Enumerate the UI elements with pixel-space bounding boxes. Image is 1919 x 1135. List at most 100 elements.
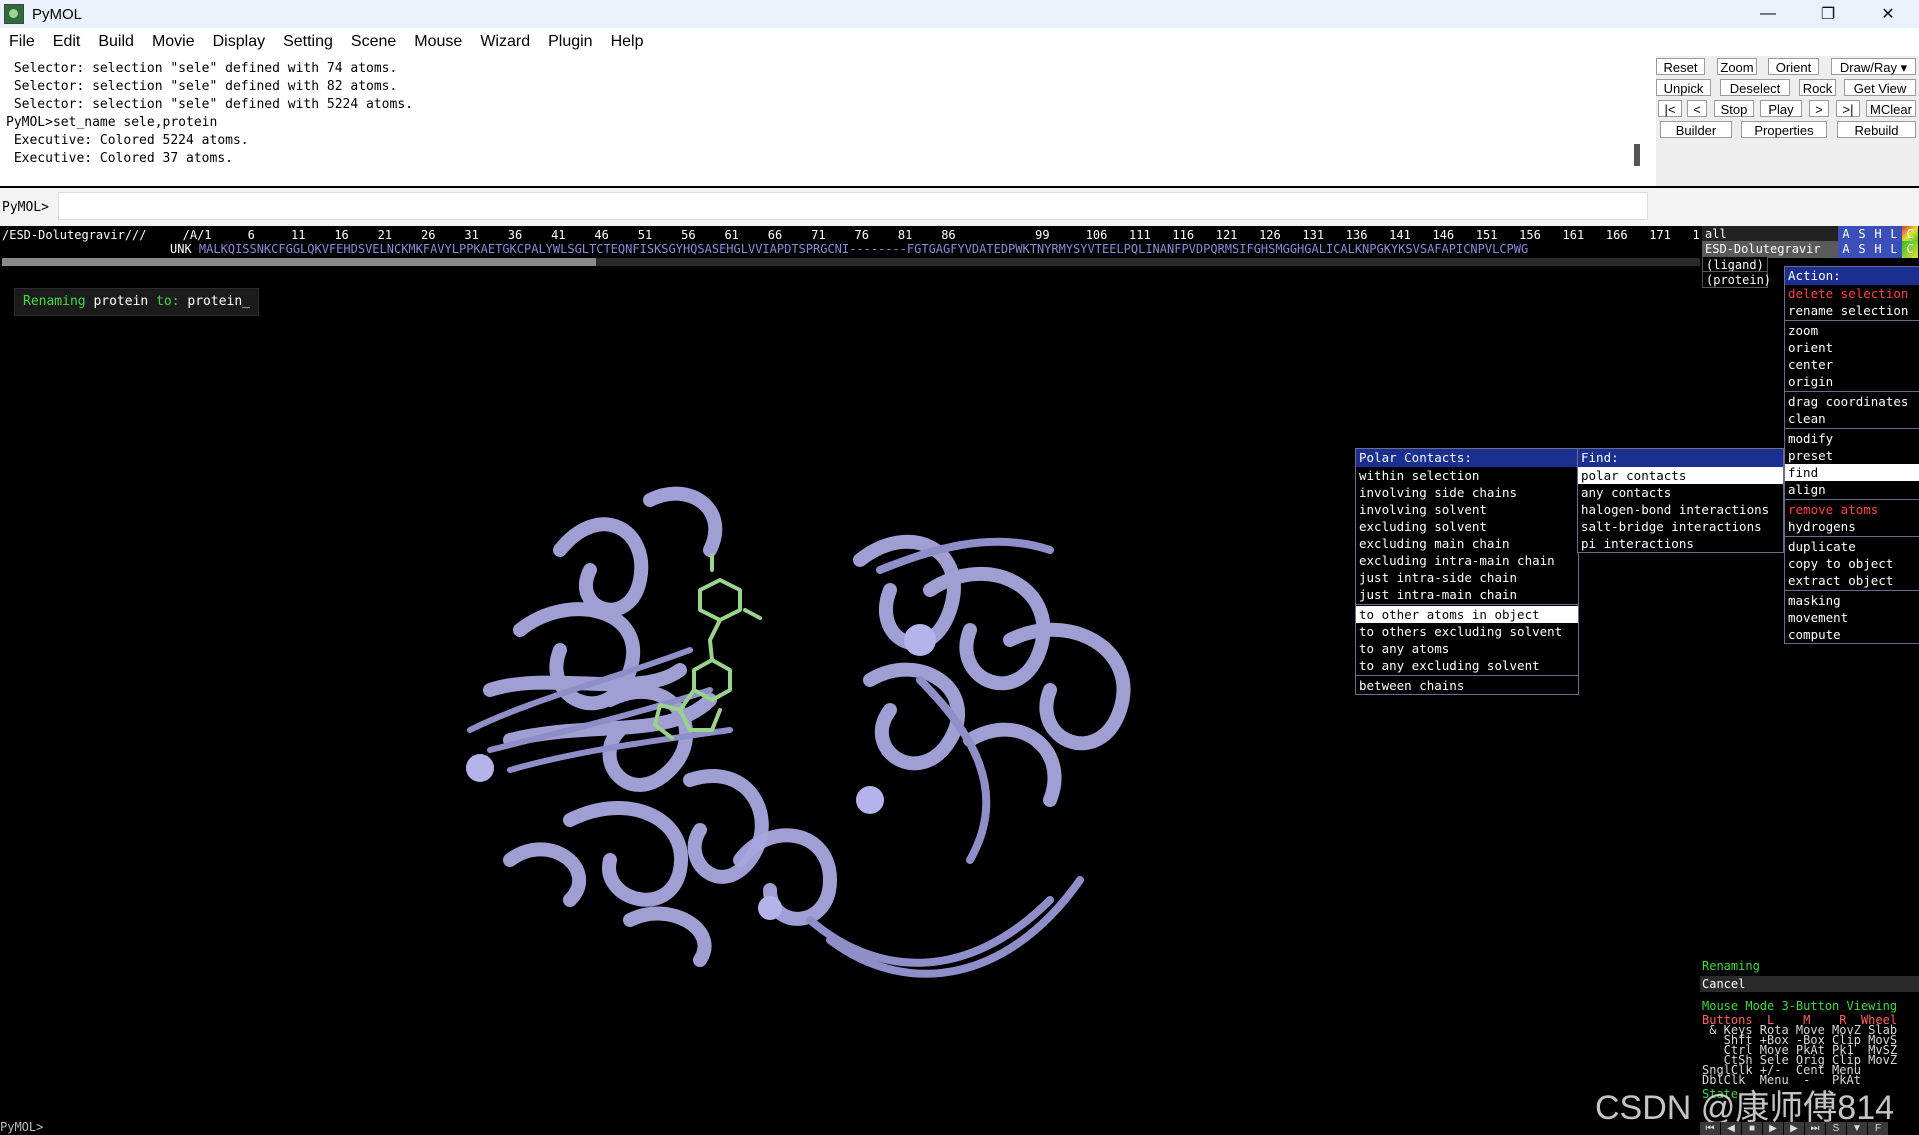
polar-contacts-item-involving-side-chains[interactable]: involving side chains: [1356, 484, 1578, 501]
unpick-button[interactable]: Unpick: [1656, 79, 1711, 96]
properties-button[interactable]: Properties: [1741, 121, 1827, 138]
action-item-preset[interactable]: preset: [1785, 447, 1919, 464]
polar-contacts-item-to-any-excluding-solvent[interactable]: to any excluding solvent: [1356, 657, 1578, 674]
menu-separator: [1785, 499, 1919, 500]
action-item-center[interactable]: center: [1785, 356, 1919, 373]
action-item-zoom[interactable]: zoom: [1785, 322, 1919, 339]
action-item-delete-selection[interactable]: delete selection: [1785, 285, 1919, 302]
menu-wizard[interactable]: Wizard: [471, 33, 539, 51]
action-item-drag-coordinates[interactable]: drag coordinates: [1785, 393, 1919, 410]
polar-contacts-item-just-intra-main-chain[interactable]: just intra-main chain: [1356, 586, 1578, 603]
sequence-residues[interactable]: MALKQISSNKCFGGLQKVFEHDSVELNCKMKFAVYLPPKA…: [170, 242, 1528, 256]
close-button[interactable]: ✕: [1860, 0, 1916, 28]
play-button[interactable]: Play: [1760, 100, 1802, 117]
player-prev-icon[interactable]: ◀: [1721, 1122, 1742, 1135]
next-frame-button[interactable]: >: [1809, 100, 1829, 117]
action-item-copy-to-object[interactable]: copy to object: [1785, 555, 1919, 572]
object-name[interactable]: (protein): [1702, 271, 1771, 288]
log-scrollbar-track[interactable]: [1629, 56, 1656, 186]
menu-plugin[interactable]: Plugin: [539, 33, 601, 51]
cancel-button[interactable]: Cancel: [1700, 976, 1919, 992]
polar-contacts-item-within-selection[interactable]: within selection: [1356, 467, 1578, 484]
minimize-button[interactable]: —: [1740, 0, 1796, 28]
find-item-any-contacts[interactable]: any contacts: [1578, 484, 1783, 501]
menu-display[interactable]: Display: [204, 33, 274, 51]
rock-button[interactable]: Rock: [1799, 79, 1836, 96]
log-scrollbar-thumb[interactable]: [1634, 144, 1640, 166]
action-item-movement[interactable]: movement: [1785, 609, 1919, 626]
player-last-icon[interactable]: ⏭: [1805, 1122, 1826, 1135]
stop-button[interactable]: Stop: [1714, 100, 1754, 117]
action-item-origin[interactable]: origin: [1785, 373, 1919, 390]
molecular-viewer[interactable]: Renaming protein to: protein_: [0, 270, 1700, 1120]
action-item-clean[interactable]: clean: [1785, 410, 1919, 427]
player-first-icon[interactable]: ⏮: [1700, 1122, 1721, 1135]
right-domain: [733, 534, 1131, 926]
player-scene-icon[interactable]: S: [1826, 1122, 1847, 1135]
draw-ray-button[interactable]: Draw/Ray ▾: [1831, 58, 1916, 75]
menu-movie[interactable]: Movie: [143, 33, 204, 51]
player-play-icon[interactable]: ▶: [1763, 1122, 1784, 1135]
action-item-duplicate[interactable]: duplicate: [1785, 538, 1919, 555]
polar-contacts-item-excluding-solvent[interactable]: excluding solvent: [1356, 518, 1578, 535]
polar-contacts-item-to-other-atoms-in-object[interactable]: to other atoms in object: [1356, 606, 1578, 623]
last-frame-button[interactable]: >|: [1836, 100, 1860, 117]
polar-contacts-item-to-others-excluding-solvent[interactable]: to others excluding solvent: [1356, 623, 1578, 640]
action-item-compute[interactable]: compute: [1785, 626, 1919, 643]
menu-build[interactable]: Build: [89, 33, 143, 51]
player-full-icon[interactable]: F: [1868, 1122, 1889, 1135]
polar-contacts-item-to-any-atoms[interactable]: to any atoms: [1356, 640, 1578, 657]
action-item-find[interactable]: find: [1785, 464, 1919, 481]
movie-player-controls: ⏮ ◀ ■ ▶ ▶ ⏭ S ▼ F: [1700, 1122, 1919, 1135]
rename-to: to:: [156, 294, 180, 309]
mouse-mode-label: Mouse Mode 3-Button Viewing: [1702, 999, 1898, 1013]
find-item-polar-contacts[interactable]: polar contacts: [1578, 467, 1783, 484]
menu-separator: [1785, 536, 1919, 537]
player-next-icon[interactable]: ▶: [1784, 1122, 1805, 1135]
orient-button[interactable]: Orient: [1768, 58, 1819, 75]
polar-contacts-item-just-intra-side-chain[interactable]: just intra-side chain: [1356, 569, 1578, 586]
action-item-remove-atoms[interactable]: remove atoms: [1785, 501, 1919, 518]
player-down-icon[interactable]: ▼: [1847, 1122, 1868, 1135]
builder-button[interactable]: Builder: [1660, 121, 1732, 138]
player-stop-icon[interactable]: ■: [1742, 1122, 1763, 1135]
action-item-modify[interactable]: modify: [1785, 430, 1919, 447]
menu-help[interactable]: Help: [602, 33, 653, 51]
menu-setting[interactable]: Setting: [274, 33, 342, 51]
prev-frame-button[interactable]: <: [1687, 100, 1707, 117]
log-line: Selector: selection "sele" defined with …: [6, 79, 398, 94]
reset-button[interactable]: Reset: [1656, 58, 1705, 75]
action-item-rename-selection[interactable]: rename selection: [1785, 302, 1919, 319]
find-item-halogen-bond-interactions[interactable]: halogen-bond interactions: [1578, 501, 1783, 518]
polar-contacts-item-involving-solvent[interactable]: involving solvent: [1356, 501, 1578, 518]
menu-edit[interactable]: Edit: [44, 33, 90, 51]
action-item-hydrogens[interactable]: hydrogens: [1785, 518, 1919, 535]
sequence-ruler: /ESD-Dolutegravir/// /A/1 6 11 16 21 26 …: [2, 228, 1758, 242]
polar-contacts-item-between-chains[interactable]: between chains: [1356, 677, 1578, 694]
deselect-button[interactable]: Deselect: [1720, 79, 1790, 96]
menu-file[interactable]: File: [0, 33, 44, 51]
get-view-button[interactable]: Get View: [1844, 79, 1916, 96]
action-item-masking[interactable]: masking: [1785, 592, 1919, 609]
protein-cartoon-structure[interactable]: [450, 440, 1250, 1000]
sequence-unk-label: UNK: [170, 242, 192, 256]
find-item-salt-bridge-interactions[interactable]: salt-bridge interactions: [1578, 518, 1783, 535]
action-item-orient[interactable]: orient: [1785, 339, 1919, 356]
action-item-align[interactable]: align: [1785, 481, 1919, 498]
command-input[interactable]: [58, 192, 1648, 220]
rebuild-button[interactable]: Rebuild: [1837, 121, 1916, 138]
sequence-scrollbar[interactable]: [2, 258, 1700, 266]
action-item-extract-object[interactable]: extract object: [1785, 572, 1919, 589]
polar-contacts-item-excluding-intra-main-chain[interactable]: excluding intra-main chain: [1356, 552, 1578, 569]
command-prompt: PyMOL>: [2, 200, 49, 215]
mclear-button[interactable]: MClear: [1866, 100, 1916, 117]
menu-scene[interactable]: Scene: [342, 33, 405, 51]
menu-mouse[interactable]: Mouse: [405, 33, 471, 51]
maximize-button[interactable]: ❐: [1800, 0, 1856, 28]
first-frame-button[interactable]: |<: [1658, 100, 1682, 117]
sequence-viewer[interactable]: /ESD-Dolutegravir/// /A/1 6 11 16 21 26 …: [0, 226, 1758, 270]
sequence-scrollbar-thumb[interactable]: [2, 258, 596, 266]
find-item-pi-interactions[interactable]: pi interactions: [1578, 535, 1783, 552]
polar-contacts-item-excluding-main-chain[interactable]: excluding main chain: [1356, 535, 1578, 552]
zoom-button[interactable]: Zoom: [1717, 58, 1757, 75]
